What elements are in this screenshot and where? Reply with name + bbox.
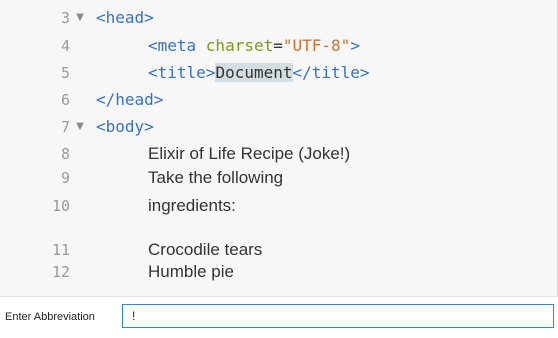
code-text: <body>	[96, 115, 154, 139]
line-number: 3	[60, 9, 70, 27]
fold-arrow-icon[interactable]: ▼	[73, 6, 87, 30]
code-line[interactable]: 11 Crocodile tears	[0, 238, 556, 262]
html-tag: <body>	[96, 117, 154, 136]
equals-sign: =	[273, 36, 283, 55]
code-text: <title>Document</title>	[148, 61, 370, 85]
code-line[interactable]: 3 ▼ <head>	[0, 6, 556, 30]
body-text: ingredients:	[148, 196, 236, 215]
html-tag: </title>	[292, 63, 370, 82]
line-number: 11	[51, 241, 70, 259]
code-editor[interactable]: 3 ▼ <head> 4 <meta charset="UTF-8"> 5 <t…	[0, 0, 558, 296]
line-number: 7	[60, 118, 70, 136]
selected-text[interactable]: Document	[215, 63, 293, 82]
code-line[interactable]: 10 ingredients:	[0, 194, 556, 218]
html-attribute: charset	[205, 36, 274, 55]
code-text: <meta charset="UTF-8">	[148, 34, 360, 58]
body-text: Crocodile tears	[148, 240, 263, 259]
line-number: 12	[51, 263, 70, 281]
abbreviation-bar: Enter Abbreviation	[0, 296, 558, 338]
html-tag: <meta	[148, 36, 206, 55]
code-line[interactable]: 6 </head>	[0, 88, 556, 112]
code-line[interactable]: 8 Elixir of Life Recipe (Joke!)	[0, 142, 556, 166]
line-number: 6	[60, 91, 70, 109]
body-text: Elixir of Life Recipe (Joke!)	[148, 144, 351, 163]
code-line[interactable]: 9 Take the following	[0, 166, 556, 190]
body-text: Humble pie	[148, 262, 234, 281]
attribute-value: "UTF-8"	[282, 36, 351, 55]
line-number: 10	[51, 197, 70, 215]
body-text: Take the following	[148, 168, 284, 187]
code-line[interactable]: 12 Humble pie	[0, 260, 556, 284]
code-line[interactable]: 7 ▼ <body>	[0, 115, 556, 139]
html-tag: <head>	[96, 8, 154, 27]
abbreviation-label: Enter Abbreviation	[5, 311, 95, 323]
line-number: 4	[60, 37, 70, 55]
fold-arrow-icon[interactable]: ▼	[73, 115, 87, 139]
code-line[interactable]: 4 <meta charset="UTF-8">	[0, 34, 556, 58]
html-tag: <title>	[148, 63, 216, 82]
code-text: </head>	[96, 88, 163, 112]
line-number: 5	[60, 64, 70, 82]
abbreviation-input[interactable]	[122, 304, 554, 328]
line-number: 8	[60, 145, 70, 163]
code-line[interactable]: 5 <title>Document</title>	[0, 61, 556, 85]
html-tag: >	[350, 36, 360, 55]
html-tag: </head>	[96, 90, 164, 109]
line-number: 9	[60, 169, 70, 187]
code-text: <head>	[96, 6, 154, 30]
